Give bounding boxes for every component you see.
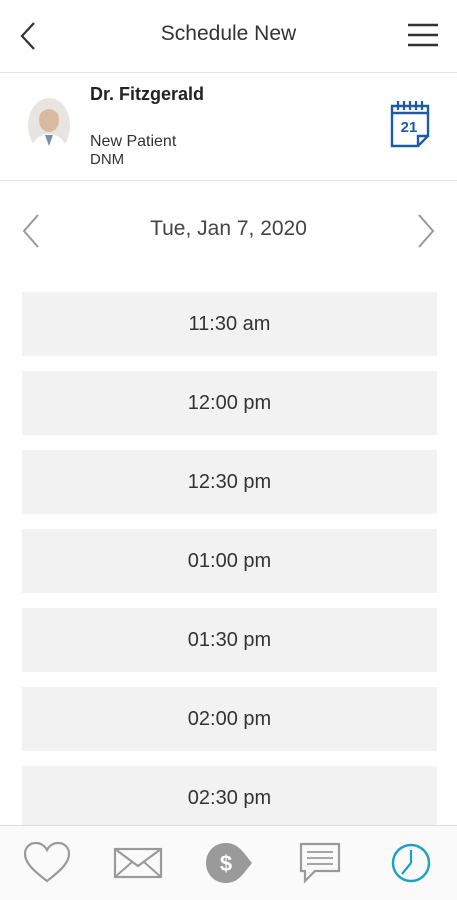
app-header: Schedule New: [0, 0, 457, 73]
chat-icon: [299, 842, 341, 884]
date-navigator: Tue, Jan 7, 2020: [0, 205, 457, 255]
avatar: [28, 98, 70, 153]
mail-icon: [113, 847, 163, 879]
hamburger-menu-icon: [408, 23, 438, 47]
heart-icon: [23, 841, 71, 883]
doctor-name: Dr. Fitzgerald: [90, 84, 205, 104]
nav-chat[interactable]: [295, 840, 345, 886]
calendar-icon: 21: [390, 101, 430, 148]
time-slot[interactable]: 02:30 pm: [22, 766, 437, 830]
clock-icon: [391, 843, 431, 883]
schedule-screen: Schedule New Dr. Fitzgerald New Patient …: [0, 0, 457, 900]
calendar-button[interactable]: 21: [388, 98, 432, 150]
time-slot[interactable]: 12:30 pm: [22, 450, 437, 514]
nav-messages[interactable]: [113, 840, 163, 886]
next-day-button[interactable]: [413, 211, 439, 251]
selected-date: Tue, Jan 7, 2020: [150, 217, 307, 240]
time-slot[interactable]: 12:00 pm: [22, 371, 437, 435]
time-slot[interactable]: 02:00 pm: [22, 687, 437, 751]
nav-favorites[interactable]: [22, 840, 72, 886]
dollar-tag-icon: $: [206, 843, 252, 883]
menu-button[interactable]: [407, 22, 439, 48]
page-title: Schedule New: [160, 22, 297, 45]
svg-text:$: $: [220, 851, 232, 876]
visit-type: New Patient: [90, 133, 177, 150]
nav-appointments[interactable]: [386, 840, 436, 886]
bottom-nav: $: [0, 825, 457, 900]
time-slot[interactable]: 01:00 pm: [22, 529, 437, 593]
time-slot[interactable]: 11:30 am: [22, 292, 437, 356]
provider-code: DNM: [90, 151, 125, 168]
time-slot[interactable]: 01:30 pm: [22, 608, 437, 672]
nav-billing[interactable]: $: [204, 840, 254, 886]
calendar-day: 21: [401, 119, 418, 136]
provider-card: Dr. Fitzgerald New Patient DNM 21: [0, 74, 457, 181]
chevron-right-icon: [418, 214, 435, 248]
time-slot-list: 11:30 am 12:00 pm 12:30 pm 01:00 pm 01:3…: [22, 292, 437, 845]
